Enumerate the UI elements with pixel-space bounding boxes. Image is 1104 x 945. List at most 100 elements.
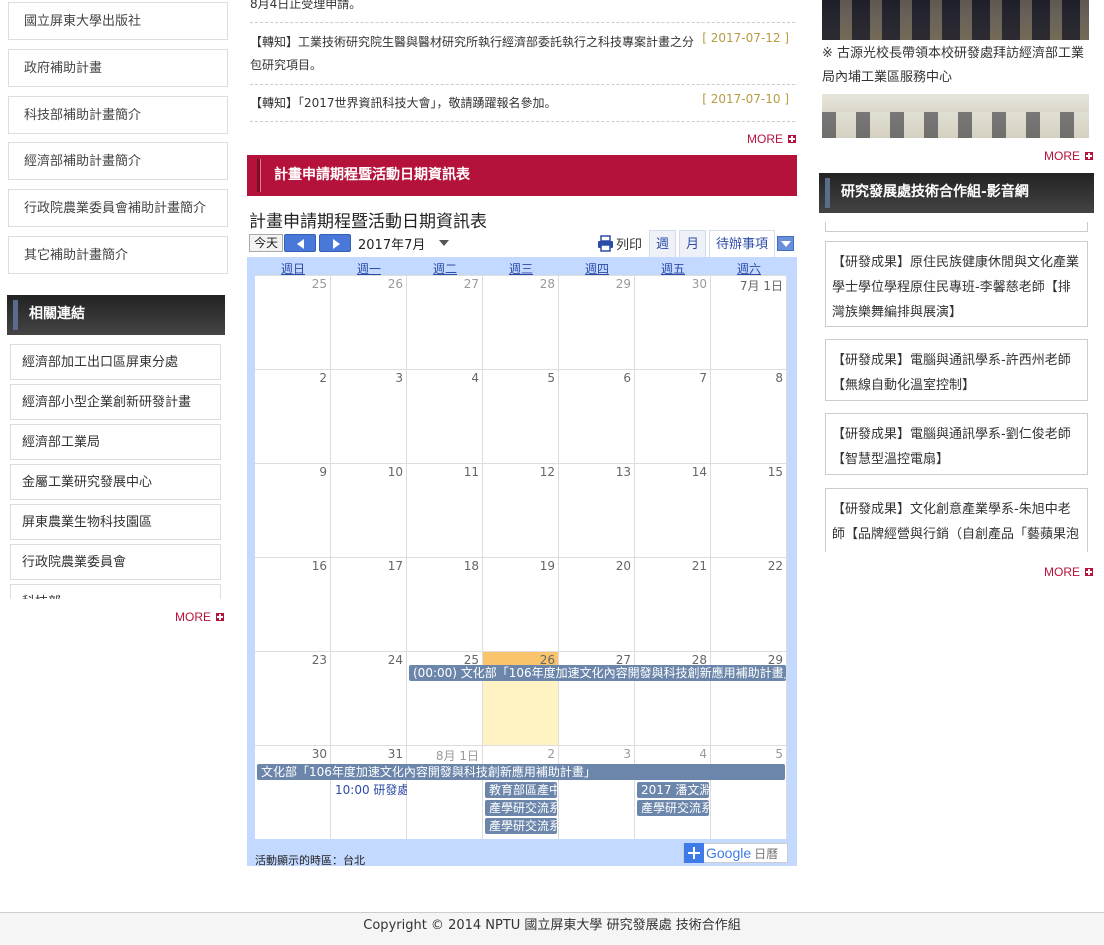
- news-item[interactable]: 【轉知】工業技術研究院生醫與醫材研究所執行經濟部委託執行之科技專案計畫之分包研究…: [250, 27, 795, 85]
- day-number[interactable]: 23: [312, 653, 327, 667]
- calendar-day[interactable]: 12: [483, 463, 559, 557]
- calendar-day[interactable]: 17: [331, 557, 407, 651]
- calendar-day[interactable]: 3: [559, 745, 635, 839]
- day-number[interactable]: 6: [623, 371, 631, 385]
- day-number[interactable]: 28: [540, 277, 555, 291]
- calendar-day[interactable]: 27: [407, 275, 483, 369]
- tab-dropdown-button[interactable]: [777, 236, 794, 251]
- day-number[interactable]: 22: [768, 559, 783, 573]
- day-number[interactable]: 5: [775, 747, 783, 761]
- day-number[interactable]: 4: [699, 747, 707, 761]
- related-link-item[interactable]: 屏東農業生物科技園區: [10, 504, 221, 540]
- av-item[interactable]: 【研發成果】文化創意產業學系-朱旭中老師【品牌經營與行銷（自創產品「藝蘋果泡菜」…: [825, 488, 1088, 552]
- day-number[interactable]: 15: [768, 465, 783, 479]
- calendar-day[interactable]: 3: [331, 369, 407, 463]
- calendar-day[interactable]: 5: [483, 369, 559, 463]
- today-button[interactable]: 今天: [249, 234, 284, 252]
- related-links-more-link[interactable]: MORE: [175, 610, 224, 624]
- calendar-event[interactable]: 產學研交流系: [485, 800, 557, 816]
- calendar-day[interactable]: 6: [559, 369, 635, 463]
- related-link-item[interactable]: 金屬工業研究發展中心: [10, 464, 221, 500]
- day-number[interactable]: 12: [540, 465, 555, 479]
- calendar-day[interactable]: 8: [711, 369, 787, 463]
- calendar-day[interactable]: 7月 1日: [711, 275, 787, 369]
- calendar-event[interactable]: 產學研交流系: [485, 818, 557, 834]
- day-number[interactable]: 27: [464, 277, 479, 291]
- tab-month[interactable]: 月: [679, 230, 707, 257]
- calendar-day[interactable]: 13: [559, 463, 635, 557]
- calendar-day[interactable]: 25: [255, 275, 331, 369]
- day-number[interactable]: 16: [312, 559, 327, 573]
- day-number[interactable]: 20: [616, 559, 631, 573]
- tab-agenda[interactable]: 待辦事項: [709, 230, 776, 257]
- calendar-day[interactable]: 5: [711, 745, 787, 839]
- news-item[interactable]: 【轉知】「2017世界資訊科技大會」，敬請踴躍報名參加。 [ 2017-07-1…: [250, 88, 795, 122]
- day-number[interactable]: 8月 1日: [436, 747, 479, 764]
- calendar-day[interactable]: 16: [255, 557, 331, 651]
- calendar-event[interactable]: 產學研交流系: [637, 800, 709, 816]
- calendar-day[interactable]: 23: [255, 651, 331, 745]
- news-item[interactable]: 8月4日止受理申請。: [250, 0, 795, 23]
- calendar-day[interactable]: 20: [559, 557, 635, 651]
- calendar-event[interactable]: (00:00) 文化部「106年度加速文化內容開發與科技創新應用補助計畫」: [409, 665, 786, 681]
- calendar-day[interactable]: 30: [635, 275, 711, 369]
- calendar-event[interactable]: 2017 潘文淵: [637, 782, 709, 798]
- day-number[interactable]: 3: [395, 371, 403, 385]
- related-link-item[interactable]: 經濟部小型企業創新研發計畫: [10, 384, 221, 420]
- av-item[interactable]: 【研發成果】電腦與通訊學系-劉仁俊老師【智慧型溫控電扇】: [825, 413, 1088, 475]
- calendar-day[interactable]: 24: [331, 651, 407, 745]
- left-nav-item[interactable]: 其它補助計畫簡介: [8, 236, 228, 274]
- next-month-button[interactable]: [319, 234, 351, 252]
- calendar-day[interactable]: 22: [711, 557, 787, 651]
- day-number[interactable]: 30: [692, 277, 707, 291]
- left-nav-item[interactable]: 國立屏東大學出版社: [8, 2, 228, 40]
- related-link-item[interactable]: 行政院農業委員會: [10, 544, 221, 580]
- calendar-event[interactable]: 文化部「106年度加速文化內容開發與科技創新應用補助計畫」: [257, 764, 785, 780]
- calendar-event[interactable]: 教育部區產中: [485, 782, 557, 798]
- calendar-day[interactable]: 29: [559, 275, 635, 369]
- calendar-day[interactable]: 30: [255, 745, 331, 839]
- print-button[interactable]: 列印: [597, 234, 642, 253]
- day-number[interactable]: 5: [547, 371, 555, 385]
- calendar-day[interactable]: 10: [331, 463, 407, 557]
- day-number[interactable]: 10: [388, 465, 403, 479]
- day-number[interactable]: 17: [388, 559, 403, 573]
- day-number[interactable]: 9: [319, 465, 327, 479]
- day-number[interactable]: 25: [312, 277, 327, 291]
- calendar-day[interactable]: 28: [483, 275, 559, 369]
- calendar-event[interactable]: 10:00 研發處: [335, 782, 407, 798]
- day-number[interactable]: 26: [388, 277, 403, 291]
- left-nav-item[interactable]: 政府補助計畫: [8, 49, 228, 87]
- news-photo[interactable]: [822, 94, 1089, 138]
- day-number[interactable]: 24: [388, 653, 403, 667]
- day-number[interactable]: 3: [623, 747, 631, 761]
- left-nav-item[interactable]: 經濟部補助計畫簡介: [8, 142, 228, 180]
- calendar-day[interactable]: 7: [635, 369, 711, 463]
- calendar-day[interactable]: 14: [635, 463, 711, 557]
- day-number[interactable]: 18: [464, 559, 479, 573]
- left-nav-item[interactable]: 科技部補助計畫簡介: [8, 96, 228, 134]
- av-item[interactable]: 【研發成果】電腦與通訊學系-許西州老師【無線自動化溫室控制】: [825, 339, 1088, 401]
- calendar-day[interactable]: 26: [331, 275, 407, 369]
- month-dropdown-icon[interactable]: [439, 240, 449, 246]
- calendar-day[interactable]: 21: [635, 557, 711, 651]
- day-number[interactable]: 11: [464, 465, 479, 479]
- day-number[interactable]: 8: [775, 371, 783, 385]
- calendar-day[interactable]: 2: [255, 369, 331, 463]
- calendar-day[interactable]: 18: [407, 557, 483, 651]
- news-more-link[interactable]: MORE: [747, 132, 796, 146]
- av-more-link[interactable]: MORE: [1044, 565, 1093, 579]
- tab-week[interactable]: 週: [649, 230, 677, 257]
- prev-month-button[interactable]: [284, 234, 316, 252]
- related-link-item[interactable]: 經濟部加工出口區屏東分處: [10, 344, 221, 380]
- calendar-day[interactable]: 8月 1日: [407, 745, 483, 839]
- day-number[interactable]: 21: [692, 559, 707, 573]
- photo-more-link[interactable]: MORE: [1044, 149, 1093, 163]
- related-link-item[interactable]: 科技部: [10, 584, 221, 599]
- day-number[interactable]: 2: [547, 747, 555, 761]
- calendar-day[interactable]: 9: [255, 463, 331, 557]
- day-number[interactable]: 30: [312, 747, 327, 761]
- calendar-day[interactable]: 19: [483, 557, 559, 651]
- day-number[interactable]: 13: [616, 465, 631, 479]
- day-number[interactable]: 29: [616, 277, 631, 291]
